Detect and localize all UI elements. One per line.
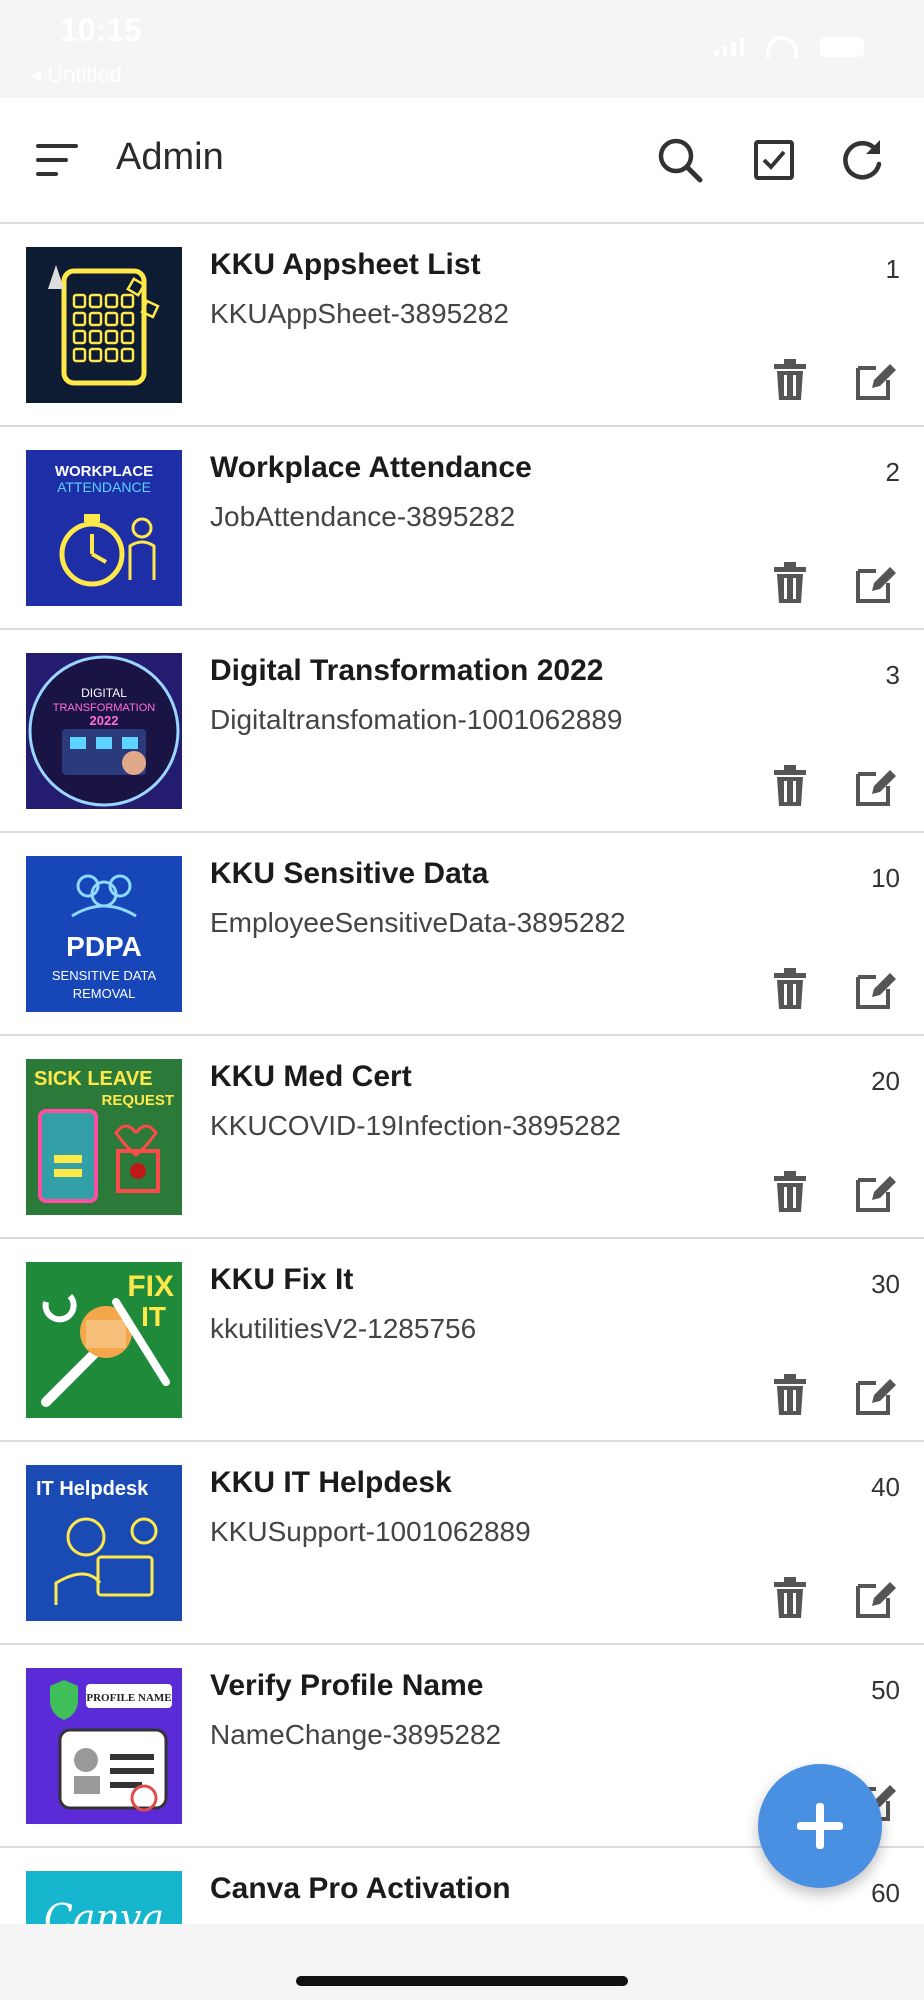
edit-icon[interactable] — [852, 764, 898, 808]
list-item[interactable]: FIX IT KKU Fix It kkutilitiesV2-1285756 3… — [0, 1239, 924, 1442]
battery-icon — [820, 37, 864, 57]
item-number: 20 — [871, 1066, 900, 1096]
app-thumbnail: SICK LEAVE REQUEST — [26, 1059, 182, 1215]
thumb-text: SENSITIVE DATA — [52, 968, 157, 983]
item-subtitle: Digitaltransfomation-1001062889 — [210, 704, 623, 735]
app-bar: Admin — [0, 98, 924, 224]
page-title: Admin — [116, 136, 224, 178]
home-indicator[interactable] — [296, 1976, 628, 1986]
delete-icon[interactable] — [770, 1170, 810, 1214]
item-subtitle: NameChange-3895282 — [210, 1719, 502, 1750]
delete-icon[interactable] — [770, 764, 810, 808]
app-thumbnail — [26, 247, 182, 403]
edit-icon[interactable] — [852, 561, 898, 605]
thumb-text: SICK LEAVE — [34, 1068, 153, 1090]
list-item[interactable]: PDPA SENSITIVE DATA REMOVAL KKU Sensitive … — [0, 833, 924, 1036]
status-back-link[interactable]: ◂ Untitled — [30, 62, 122, 88]
delete-icon[interactable] — [770, 1373, 810, 1417]
app-thumbnail: DIGITAL TRANSFORMATION 2022 — [26, 653, 182, 809]
edit-icon[interactable] — [852, 1576, 898, 1620]
item-title: Digital Transformation 2022 — [210, 654, 604, 687]
thumb-text: IT — [141, 1301, 166, 1332]
list-item[interactable]: DIGITAL TRANSFORMATION 2022 Digital Transf… — [0, 630, 924, 833]
status-bar: 10:15 ◂ Untitled — [0, 0, 924, 98]
item-title: KKU Sensitive Data — [210, 857, 489, 890]
item-subtitle: kkutilitiesV2-1285756 — [210, 1313, 477, 1344]
app-thumbnail: FIX IT — [26, 1262, 182, 1418]
item-number: 1 — [885, 254, 900, 284]
refresh-icon[interactable] — [836, 134, 888, 186]
thumb-text: DIGITAL — [81, 686, 127, 700]
wifi-icon — [766, 36, 798, 58]
edit-icon[interactable] — [852, 1170, 898, 1214]
item-title: Verify Profile Name — [210, 1669, 484, 1702]
signal-icon — [714, 38, 744, 56]
item-subtitle: JobAttendance-3895282 — [210, 501, 516, 532]
thumb-text: IT Helpdesk — [36, 1478, 149, 1500]
item-number: 40 — [871, 1472, 900, 1502]
item-subtitle: KKUSupport-1001062889 — [210, 1516, 531, 1547]
search-icon[interactable] — [654, 134, 706, 186]
app-thumbnail: Canva — [26, 1871, 182, 1924]
app-thumbnail: WORKPLACE ATTENDANCE — [26, 450, 182, 606]
delete-icon[interactable] — [770, 561, 810, 605]
item-title: KKU Med Cert — [210, 1060, 412, 1093]
app-thumbnail: PDPA SENSITIVE DATA REMOVAL — [26, 856, 182, 1012]
delete-icon[interactable] — [770, 967, 810, 1011]
delete-icon[interactable] — [770, 358, 810, 402]
thumb-text: ATTENDANCE — [57, 479, 151, 495]
item-title: Canva Pro Activation — [210, 1872, 511, 1905]
status-time: 10:15 — [60, 12, 142, 48]
thumb-text: WORKPLACE — [55, 463, 153, 480]
item-subtitle: KKUCOVID-19Infection-3895282 — [210, 1110, 621, 1141]
thumb-text: Canva — [44, 1896, 164, 1924]
item-number: 2 — [885, 457, 900, 487]
edit-icon[interactable] — [852, 358, 898, 402]
bottom-safe-area — [0, 1924, 924, 2000]
thumb-text: REQUEST — [101, 1092, 174, 1109]
status-icons — [714, 36, 864, 58]
list-item[interactable]: SICK LEAVE REQUEST KKU Med Cert KKUCOVID-… — [0, 1036, 924, 1239]
menu-icon[interactable] — [36, 144, 80, 178]
app-list: KKU Appsheet List KKUAppSheet-3895282 1 … — [0, 224, 924, 1924]
item-title: KKU Fix It — [210, 1263, 354, 1296]
item-number: 3 — [885, 660, 900, 690]
item-title: Workplace Attendance — [210, 451, 532, 484]
thumb-text: PROFILE NAME — [86, 1692, 171, 1704]
edit-icon[interactable] — [852, 967, 898, 1011]
thumb-text: FIX — [127, 1270, 174, 1303]
thumb-text: 2022 — [90, 713, 119, 728]
thumb-text: REMOVAL — [73, 986, 136, 1001]
delete-icon[interactable] — [770, 1576, 810, 1620]
app-thumbnail: PROFILE NAME — [26, 1668, 182, 1824]
list-item[interactable]: IT Helpdesk KKU IT Helpdesk KKUSupport-1… — [0, 1442, 924, 1645]
list-item[interactable]: WORKPLACE ATTENDANCE Workplace Attendance… — [0, 427, 924, 630]
item-number: 50 — [871, 1675, 900, 1705]
thumb-text: PDPA — [66, 931, 142, 962]
item-title: KKU IT Helpdesk — [210, 1466, 452, 1499]
list-item[interactable]: KKU Appsheet List KKUAppSheet-3895282 1 — [0, 224, 924, 427]
add-button[interactable] — [758, 1764, 882, 1888]
checkbox-icon[interactable] — [748, 134, 800, 186]
item-number: 10 — [871, 863, 900, 893]
item-title: KKU Appsheet List — [210, 248, 481, 281]
item-number: 60 — [871, 1878, 900, 1908]
edit-icon[interactable] — [852, 1373, 898, 1417]
item-number: 30 — [871, 1269, 900, 1299]
item-subtitle: EmployeeSensitiveData-3895282 — [210, 907, 626, 938]
app-thumbnail: IT Helpdesk — [26, 1465, 182, 1621]
item-subtitle: KKUAppSheet-3895282 — [210, 298, 509, 329]
